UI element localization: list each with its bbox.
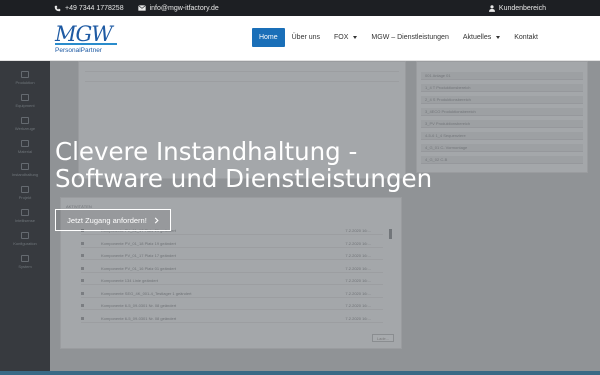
nav-home[interactable]: Home: [251, 28, 285, 47]
phone-icon: [54, 5, 61, 12]
bottom-strip: [0, 371, 600, 375]
main-navigation: Home Über uns FOX MGW – Dienstleistungen…: [251, 28, 545, 47]
nav-services[interactable]: MGW – Dienstleistungen: [364, 28, 455, 47]
top-contact-bar: +49 7344 1778258 info@mgw-itfactory.de K…: [0, 0, 600, 16]
site-header: MGW PersonalPartner Home Über uns FOX MG…: [0, 16, 600, 61]
nav-fox[interactable]: FOX: [327, 28, 364, 47]
user-icon: [488, 4, 495, 12]
email-contact[interactable]: info@mgw-itfactory.de: [137, 4, 219, 12]
email-address: info@mgw-itfactory.de: [149, 4, 219, 12]
customer-area-label: Kundenbereich: [498, 4, 546, 12]
hero-title-line-2: Software und Dienstleistungen: [55, 164, 433, 193]
cta-label: Jetzt Zugang anfordern!: [67, 215, 147, 225]
phone-number: +49 7344 1778258: [65, 4, 124, 12]
hero-title-line-1: Clevere Instandhaltung -: [55, 137, 358, 166]
nav-contact[interactable]: Kontakt: [507, 28, 545, 47]
mgw-logo[interactable]: MGW PersonalPartner: [55, 24, 130, 55]
chevron-down-icon: [496, 36, 501, 39]
phone-contact[interactable]: +49 7344 1778258: [54, 5, 124, 12]
logo-mark: MGW: [55, 24, 130, 45]
chevron-down-icon: [353, 36, 358, 39]
hero-title: Clevere Instandhaltung - Software und Di…: [55, 138, 495, 192]
chevron-right-icon: [154, 216, 159, 224]
nav-about[interactable]: Über uns: [285, 28, 327, 47]
customer-area-link[interactable]: Kundenbereich: [488, 4, 546, 12]
request-access-button[interactable]: Jetzt Zugang anfordern!: [55, 209, 171, 231]
logo-subtitle: PersonalPartner: [55, 47, 102, 54]
nav-news[interactable]: Aktuelles: [456, 28, 507, 47]
mail-icon: [137, 5, 146, 11]
